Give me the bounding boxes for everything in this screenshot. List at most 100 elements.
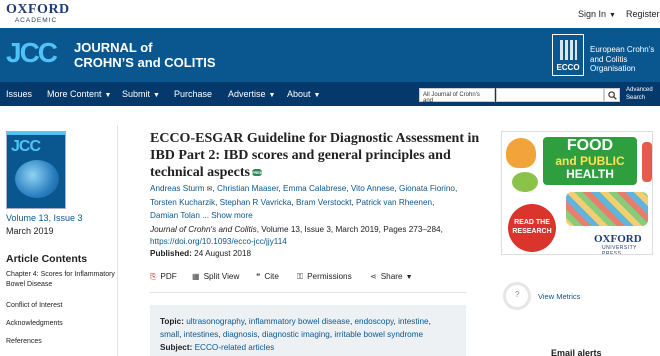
split-view-icon: ▦ — [192, 272, 200, 281]
show-more-authors-link[interactable]: ... Show more — [202, 211, 253, 220]
subject-link[interactable]: ECCO-related articles — [195, 343, 275, 352]
advanced-search-link[interactable]: Advanced Search — [626, 86, 656, 102]
oup-logo-text: OXFORD — [594, 233, 642, 245]
search-button[interactable] — [604, 88, 620, 102]
topic-link[interactable]: intestine — [398, 317, 429, 326]
cover-stripe — [7, 132, 65, 135]
author-link[interactable]: Vito Annese — [351, 184, 395, 193]
author-link[interactable]: Torsten Kucharzik — [150, 198, 215, 207]
pdf-button[interactable]: ⎘ PDF — [150, 272, 177, 282]
cite-button[interactable]: ❝ Cite — [256, 272, 279, 281]
nav-advertise-label: Advertise — [228, 89, 266, 99]
journal-header: JCC JOURNAL of CROHN’S and COLITIS ECCO … — [0, 28, 660, 82]
column-divider — [117, 125, 118, 356]
pdf-label: PDF — [160, 272, 177, 281]
nav-submit-label: Submit — [122, 89, 151, 99]
caret-down-icon: ▼ — [153, 92, 160, 99]
topic-link[interactable]: irritable bowel syndrome — [334, 330, 423, 339]
nav-purchase[interactable]: Purchase — [174, 89, 212, 99]
author-link[interactable]: Bram Verstockt — [296, 198, 352, 207]
author-link[interactable]: Andreas Sturm — [150, 184, 205, 193]
toc-item-chapter-4[interactable]: Chapter 4: Scores for Inflammatory Bowel… — [6, 270, 116, 290]
search-input[interactable] — [496, 88, 604, 102]
author-link[interactable]: Christian Maaser — [217, 184, 278, 193]
split-view-button[interactable]: ▦ Split View — [192, 272, 239, 281]
nav-submit[interactable]: Submit ▼ — [122, 89, 160, 99]
ecco-badge-text: ECCO — [556, 63, 580, 72]
ecco-logo[interactable]: ECCO — [552, 34, 584, 76]
nav-advertise[interactable]: Advertise ▼ — [228, 89, 275, 99]
split-view-label: Split View — [203, 272, 240, 281]
nav-purchase-label: Purchase — [174, 89, 213, 99]
search-icon — [608, 91, 617, 100]
doi-link[interactable]: https://doi.org/10.1093/ecco-jcc/jjy114 — [150, 237, 287, 246]
pdf-icon: ⎘ — [150, 272, 157, 281]
caret-down-icon: ▼ — [405, 274, 413, 281]
oup-logo-subtext: UNIVERSITY PRESS — [602, 245, 637, 255]
altmetric-value: ? — [515, 290, 520, 299]
caret-down-icon: ▼ — [609, 12, 616, 19]
nav-more-content[interactable]: More Content ▼ — [47, 89, 111, 99]
logo-line1: OXFORD — [6, 2, 70, 17]
ecco-organisation-name: European Crohn’s and Colitis Organisatio… — [590, 45, 655, 73]
email-alerts-heading: Email alerts — [551, 348, 602, 356]
share-button[interactable]: ⋖ Share ▼ — [370, 272, 413, 281]
author-link[interactable]: Gionata Fiorino — [399, 184, 455, 193]
read-research-button[interactable]: READ THE RESEARCH — [508, 204, 556, 252]
nav-about-label: About — [287, 89, 311, 99]
permissions-label: Permissions — [307, 272, 352, 281]
nav-about[interactable]: About ▼ — [287, 89, 320, 99]
published-value: 24 August 2018 — [194, 249, 252, 258]
topic-link[interactable]: endoscopy — [355, 317, 394, 326]
volume-issue-link[interactable]: Volume 13, Issue 3 — [6, 213, 83, 223]
published-label: Published: — [150, 249, 192, 258]
author-link[interactable]: Stephan R Vavricka — [220, 198, 292, 207]
advertisement-banner[interactable]: FOOD and PUBLIC HEALTH READ THE RESEARCH… — [501, 131, 653, 255]
advanced-search-label: Advanced Search — [626, 87, 653, 101]
topics-box: Topic: ultrasonography, inflammatory bow… — [150, 305, 466, 356]
free-badge: FREE — [251, 169, 263, 177]
subject-label: Subject: — [160, 343, 193, 352]
toc-item-acknowledgments[interactable]: Acknowledgments — [6, 319, 116, 329]
topic-link[interactable]: small — [160, 330, 179, 339]
author-link[interactable]: Patrick van Rheenen — [356, 198, 432, 207]
nav-issues[interactable]: Issues — [6, 89, 32, 99]
published-date: Published: 24 August 2018 — [150, 249, 251, 258]
article-title: ECCO-ESGAR Guideline for Diagnostic Asse… — [150, 130, 480, 181]
journal-title-line1: JOURNAL of — [74, 40, 153, 55]
citation: Journal of Crohn's and Colitis, Volume 1… — [150, 224, 460, 248]
issue-date: March 2019 — [6, 226, 54, 236]
caret-down-icon: ▼ — [313, 92, 321, 99]
quote-icon: ❝ — [256, 272, 261, 281]
citation-details: , Volume 13, Issue 3, March 2019, Pages … — [256, 225, 443, 234]
ecco-emblem-icon — [560, 40, 577, 60]
topic-link[interactable]: ultrasonography — [186, 317, 244, 326]
green-vegetable-icon — [512, 172, 538, 192]
divider — [150, 292, 466, 293]
topic-link[interactable]: intestines — [184, 330, 219, 339]
key-icon: ⚿ — [297, 272, 304, 281]
issue-cover-image[interactable]: JCC — [6, 131, 66, 209]
view-metrics-link[interactable]: View Metrics — [538, 292, 580, 301]
topic-label: Topic: — [160, 317, 184, 326]
author-link[interactable]: Damian Tolan — [150, 211, 200, 220]
topic-link[interactable]: diagnostic imaging — [262, 330, 330, 339]
topic-link[interactable]: diagnosis — [223, 330, 258, 339]
topic-link[interactable]: inflammatory bowel disease — [249, 317, 350, 326]
register-link[interactable]: Register — [626, 9, 660, 19]
toc-item-conflict-of-interest[interactable]: Conflict of Interest — [6, 301, 116, 311]
red-vegetable-icon — [642, 142, 652, 182]
permissions-button[interactable]: ⚿ Permissions — [297, 272, 352, 282]
cover-artwork — [15, 160, 59, 198]
jcc-logo[interactable]: JCC — [6, 38, 58, 68]
share-icon: ⋖ — [370, 272, 377, 281]
oxford-academic-logo[interactable]: OXFORD ACADEMIC — [6, 2, 70, 25]
search-scope-select[interactable]: All Journal of Crohn's and — [419, 88, 495, 104]
altmetric-badge[interactable]: ? — [503, 282, 531, 310]
author-link[interactable]: Emma Calabrese — [283, 184, 346, 193]
ad-line1: FOOD — [566, 137, 614, 154]
article-title-text: ECCO-ESGAR Guideline for Diagnostic Asse… — [150, 131, 480, 180]
journal-title[interactable]: JOURNAL of CROHN’S and COLITIS — [74, 40, 216, 70]
toc-item-references[interactable]: References — [6, 337, 116, 347]
sign-in-menu[interactable]: Sign In ▼ — [578, 9, 616, 19]
